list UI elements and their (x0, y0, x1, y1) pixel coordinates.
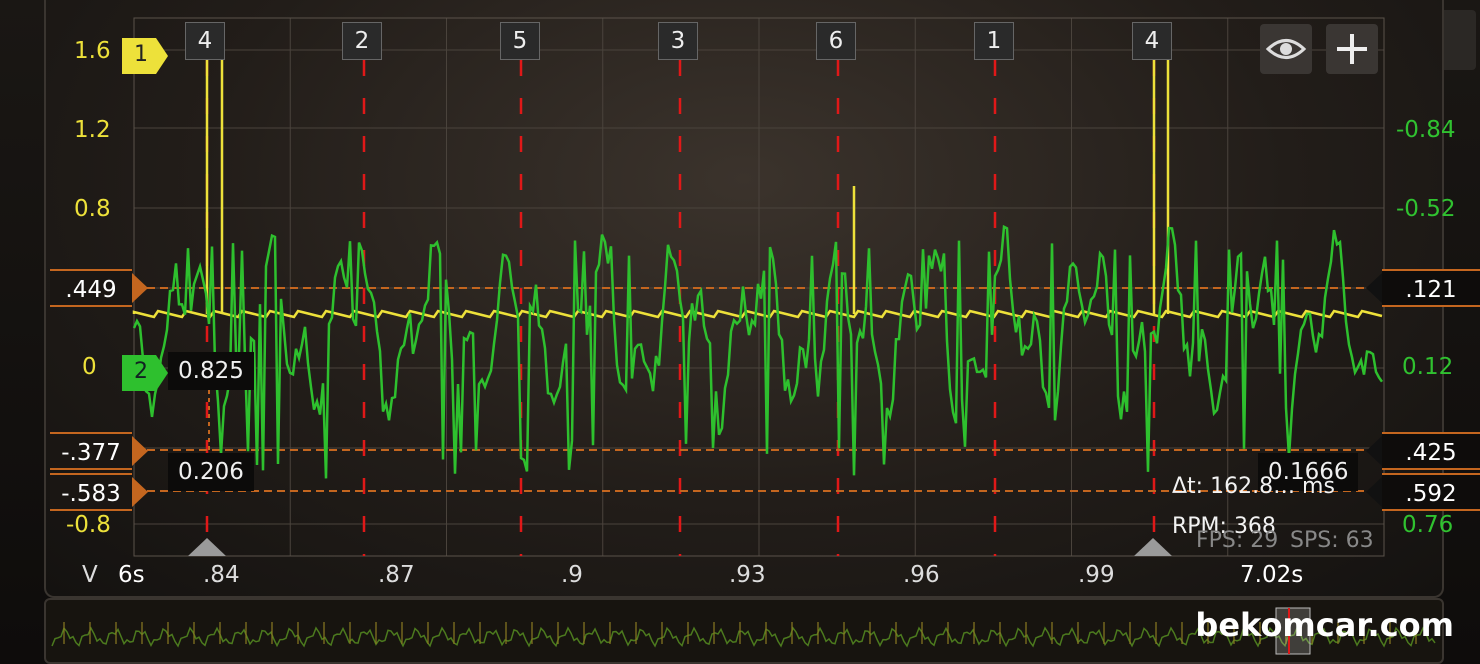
right-level-marker[interactable]: .592 (1364, 473, 1480, 511)
cylinder-label: 2 (342, 22, 382, 60)
cursor-a-value-bottom: 0.206 (168, 453, 254, 491)
x-axis-start: 6s (118, 562, 145, 588)
add-button[interactable] (1326, 24, 1378, 74)
oscilloscope-app: 1.6 1.2 0.8 0 -0.8 -0.84 -0.52 0.12 0.76… (0, 0, 1480, 664)
scope-frame (44, 0, 1444, 598)
right-axis-label: -0.84 (1396, 117, 1456, 143)
side-panel-handle[interactable] (1440, 10, 1476, 70)
right-axis-label: 0.76 (1402, 512, 1454, 538)
cursor-a-value-top: 0.825 (168, 352, 254, 390)
cylinder-label: 3 (658, 22, 698, 60)
right-axis-label: 0.12 (1402, 354, 1454, 380)
x-axis-tick: .87 (378, 562, 415, 588)
cylinder-label: 4 (1132, 22, 1172, 60)
x-axis-tick: .93 (729, 562, 766, 588)
cylinder-label: 5 (500, 22, 540, 60)
left-level-marker[interactable]: .449 (50, 269, 150, 307)
channel-2-number: 2 (134, 359, 148, 384)
x-axis-tick: .84 (203, 562, 240, 588)
eye-icon (1265, 39, 1307, 59)
right-level-marker[interactable]: .121 (1364, 269, 1480, 307)
delta-time-readout: Δt: 162.8… ms (1172, 474, 1335, 499)
left-axis-label: -0.8 (66, 512, 111, 538)
x-axis-tick: .9 (561, 562, 583, 588)
x-axis-end: 7.02s (1240, 562, 1304, 588)
left-axis-label: 1.6 (74, 38, 111, 64)
left-axis-label: 0 (82, 354, 97, 380)
right-level-marker[interactable]: .425 (1364, 432, 1480, 470)
watermark: bekomcar.com (1195, 606, 1454, 644)
x-axis-tick: .96 (903, 562, 940, 588)
channel-1-tag[interactable]: 1 (122, 38, 168, 74)
right-axis-label: -0.52 (1396, 196, 1456, 222)
plus-icon (1337, 34, 1367, 64)
left-level-marker[interactable]: -.583 (50, 473, 150, 511)
left-level-marker[interactable]: -.377 (50, 432, 150, 470)
cursor-a-handle (188, 538, 226, 556)
scope-plot (132, 17, 1385, 557)
fps-readout: FPS: 29 (1196, 528, 1279, 553)
cursor-b-handle (1134, 538, 1172, 556)
channel-2-trace (132, 224, 1384, 479)
left-axis-label: 1.2 (74, 117, 111, 143)
visibility-button[interactable] (1260, 24, 1312, 74)
cylinder-label: 4 (185, 22, 225, 60)
channel-2-tag[interactable]: 2 (122, 355, 168, 391)
x-axis-unit: V (82, 562, 98, 588)
sps-readout: SPS: 63 (1290, 528, 1374, 553)
left-axis-label: 0.8 (74, 196, 111, 222)
cylinder-label: 1 (974, 22, 1014, 60)
x-axis-tick: .99 (1078, 562, 1115, 588)
channel-1-number: 1 (134, 42, 148, 67)
cylinder-label: 6 (816, 22, 856, 60)
